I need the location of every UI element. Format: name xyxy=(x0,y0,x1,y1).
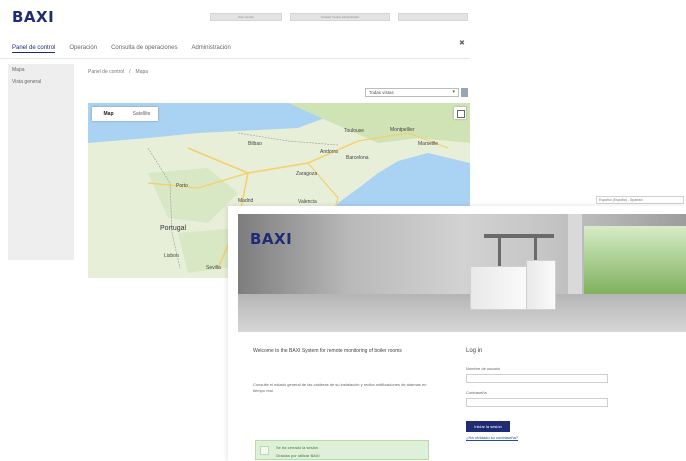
map-label-city: Madrid xyxy=(238,198,254,204)
map-label-city: Sevilla xyxy=(206,265,221,271)
blank-field[interactable] xyxy=(398,13,468,21)
user-centre-field[interactable]: User Centre xyxy=(210,13,282,21)
map-label-city: Andorra xyxy=(320,149,338,155)
language-select[interactable]: Español (España) - Spanish xyxy=(596,196,684,204)
login-screenshot: BAXI Welcome to the BAXI System for remo… xyxy=(228,206,686,461)
map-label-city: Valencia xyxy=(298,199,317,205)
map-label-city: Porto xyxy=(176,183,188,189)
map-label-city: Toulouse xyxy=(344,128,365,134)
alert-line: Se ha cerrado la sesión xyxy=(276,445,319,450)
breadcrumb-current: Mapa xyxy=(135,69,149,75)
map-label-city: Barcelona xyxy=(346,155,369,161)
map-label-city: Zaragoza xyxy=(296,171,318,177)
map-type-toggle: Map Satellite xyxy=(92,107,158,121)
login-button[interactable]: Iniciar la sesión xyxy=(466,421,510,432)
map-label-city: Montpellier xyxy=(390,127,415,133)
close-icon[interactable]: ✖ xyxy=(459,39,465,47)
logout-success-alert: Se ha cerrado la sesión Gracias por util… xyxy=(255,440,429,460)
username-input[interactable] xyxy=(466,374,608,383)
check-icon xyxy=(260,446,269,455)
chevron-down-icon: ▾ xyxy=(452,89,455,95)
account-field[interactable]: Contact Centre Administrator xyxy=(290,13,390,21)
map-tab-satellite[interactable]: Satellite xyxy=(125,107,158,121)
login-title: Log in xyxy=(466,348,483,354)
welcome-text: Welcome to the BAXI System for remote mo… xyxy=(253,348,402,354)
pipe xyxy=(484,234,554,238)
breadcrumb: Panel de control / Mapa xyxy=(88,69,148,75)
nav-tab-control-panel[interactable]: Panel de control xyxy=(12,45,56,53)
breadcrumb-separator: / xyxy=(129,69,131,75)
map-label-city: Lisbon xyxy=(164,253,179,259)
floor xyxy=(238,294,686,332)
nav-divider xyxy=(0,58,470,59)
main-nav: Panel de control Operación Consulta de o… xyxy=(12,45,231,53)
nav-tab-operation[interactable]: Operación xyxy=(69,45,97,53)
boiler-unit xyxy=(526,260,556,310)
username-label: Nombre de usuario xyxy=(466,366,501,371)
baxi-logo: BAXI xyxy=(12,8,55,26)
view-select-value: Todas vistas xyxy=(369,90,394,95)
baxi-logo: BAXI xyxy=(250,230,293,248)
pipe xyxy=(498,236,501,268)
edit-button[interactable] xyxy=(461,88,468,97)
view-select[interactable]: Todas vistas ▾ xyxy=(365,88,459,97)
breadcrumb-home[interactable]: Panel de control xyxy=(88,69,124,75)
map-tab-map[interactable]: Map xyxy=(92,107,125,121)
nav-tab-operations-query[interactable]: Consulta de operaciones xyxy=(111,45,177,53)
password-input[interactable] xyxy=(466,398,608,407)
map-label-country: Portugal xyxy=(160,225,187,232)
garden-window xyxy=(584,226,686,294)
fullscreen-icon[interactable] xyxy=(454,107,466,119)
boiler-unit xyxy=(470,266,528,310)
hero-banner: BAXI xyxy=(238,214,686,332)
sidebar-item-overview[interactable]: Vista general xyxy=(8,76,74,88)
alert-line: Gracias por utilizar BAXI xyxy=(276,453,320,458)
language-bar: Español (España) - Spanish xyxy=(362,196,686,204)
nav-tab-administration[interactable]: Administración xyxy=(191,45,230,53)
sidebar-item-map[interactable]: Mapa xyxy=(8,64,74,76)
sidebar: Mapa Vista general xyxy=(8,64,74,260)
map-label-city: Bilbao xyxy=(248,141,262,147)
map-label-city: Marseille xyxy=(418,141,439,147)
password-label: Contraseña xyxy=(466,390,487,395)
description-text: Consulte el estado general de las calder… xyxy=(253,382,427,393)
forgot-password-link[interactable]: ¿Ha olvidado su contraseña? xyxy=(466,435,518,440)
